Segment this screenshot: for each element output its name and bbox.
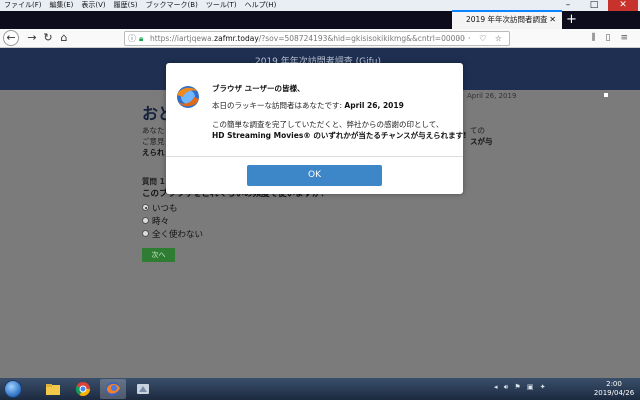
- taskbar: ◂ 🔊︎ ⚑ ▣ ✦ 2:00 2019/04/26: [0, 378, 640, 400]
- dialog-title: ブラウザ ユーザーの皆様、: [212, 84, 305, 93]
- home-button[interactable]: ⌂: [56, 30, 72, 46]
- answer-options: いつも 時々 全く使わない: [142, 201, 203, 240]
- option-always[interactable]: いつも: [142, 201, 203, 214]
- info-icon[interactable]: ⓘ: [128, 32, 136, 45]
- system-tray-icons[interactable]: ◂ 🔊︎ ⚑ ▣ ✦: [494, 383, 548, 392]
- clock-date: 2019/04/26: [593, 389, 635, 397]
- dialog-line1: 本日のラッキーな訪問者はあなたです: April 26, 2019: [212, 101, 404, 110]
- chrome-icon: [75, 382, 90, 396]
- new-tab-button[interactable]: +: [566, 12, 577, 28]
- url-text: https://iartjqewa.zafmr.today/?sov=50872…: [150, 34, 465, 43]
- option-never[interactable]: 全く使わない: [142, 227, 203, 240]
- tab-close-icon[interactable]: ✕: [549, 12, 556, 28]
- active-tab[interactable]: 2019 年年次訪問者調査 ✕: [452, 10, 562, 29]
- page-paragraph-right2: スが与: [470, 137, 493, 146]
- clock-time: 2:00: [606, 380, 622, 388]
- menu-history[interactable]: 履歴(S): [110, 0, 142, 11]
- page-date: April 26, 2019: [467, 92, 517, 100]
- radio-icon[interactable]: [142, 217, 149, 224]
- dialog-divider: [166, 156, 463, 157]
- next-button[interactable]: 次へ: [142, 248, 175, 262]
- taskbar-app[interactable]: [130, 379, 156, 399]
- url-bar[interactable]: ⓘ 🔒︎ https://iartjqewa.zafmr.today/?sov=…: [124, 31, 510, 46]
- taskbar-firefox[interactable]: [100, 379, 126, 399]
- tab-title: 2019 年年次訪問者調査: [466, 15, 548, 24]
- alert-dialog: ブラウザ ユーザーの皆様、 本日のラッキーな訪問者はあなたです: April 2…: [166, 63, 467, 194]
- option-sometimes[interactable]: 時々: [142, 214, 203, 227]
- lock-icon: 🔒︎: [139, 34, 144, 43]
- library-sidebar-menu-icons[interactable]: ⫼▯≡: [591, 31, 638, 46]
- menu-bookmarks[interactable]: ブックマーク(B): [142, 0, 202, 11]
- page-paragraph-right1: ての: [470, 126, 485, 135]
- menu-bar: ファイル(F) 編集(E) 表示(V) 履歴(S) ブックマーク(B) ツール(…: [0, 0, 280, 11]
- back-button[interactable]: ←: [3, 30, 19, 46]
- menu-view[interactable]: 表示(V): [77, 0, 109, 11]
- taskbar-chrome[interactable]: [70, 379, 96, 399]
- browser-logo-icon: [177, 86, 199, 108]
- taskbar-explorer[interactable]: [40, 379, 66, 399]
- navigation-bar: ← → ↻ ⌂ ⓘ 🔒︎ https://iartjqewa.zafmr.tod…: [0, 29, 640, 48]
- radio-icon[interactable]: [142, 230, 149, 237]
- firefox-icon: [106, 382, 120, 396]
- menu-tools[interactable]: ツール(T): [202, 0, 241, 11]
- app-icon: [137, 384, 149, 394]
- dialog-line3: HD Streaming Movies® のいずれかが当たるチャンスが与えられま…: [212, 131, 467, 140]
- forward-button[interactable]: →: [24, 30, 40, 46]
- reload-button[interactable]: ↻: [40, 30, 56, 46]
- radio-icon[interactable]: [142, 204, 149, 211]
- page-actions-icon[interactable]: ··· ♡ ☆: [457, 32, 505, 45]
- start-button[interactable]: [4, 380, 22, 398]
- menu-edit[interactable]: 編集(E): [46, 0, 78, 11]
- page-marker: [604, 93, 608, 97]
- page-paragraph-bold: えられ: [142, 148, 165, 157]
- ok-button[interactable]: OK: [247, 165, 382, 186]
- taskbar-clock[interactable]: 2:00 2019/04/26: [592, 380, 636, 398]
- dialog-line2: この簡単な調査を完了していただくと、弊社からの感謝の印として、: [212, 120, 444, 129]
- menu-help[interactable]: ヘルプ(H): [241, 0, 281, 11]
- folder-icon: [46, 384, 60, 395]
- question-label: 質問 1: [142, 177, 165, 186]
- menu-file[interactable]: ファイル(F): [0, 0, 46, 11]
